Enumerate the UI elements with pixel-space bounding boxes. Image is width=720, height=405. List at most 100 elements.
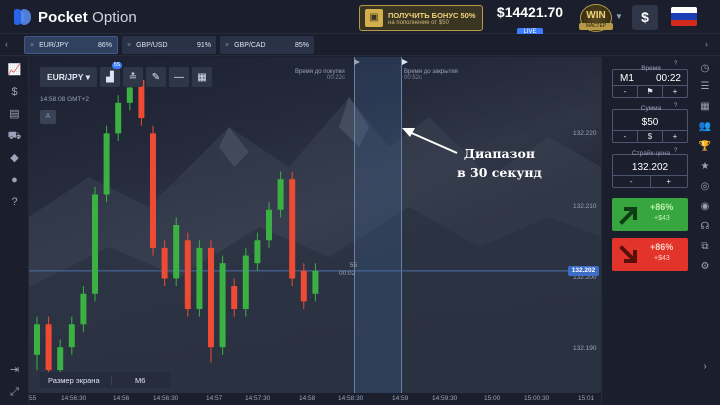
logo[interactable]: Pocket Option <box>14 7 137 27</box>
close-icon[interactable]: × <box>225 42 229 49</box>
help-icon[interactable]: ? <box>674 103 677 109</box>
star-icon[interactable]: ★ <box>698 161 712 172</box>
candle-body <box>115 102 122 134</box>
help-icon[interactable]: ? <box>674 148 677 154</box>
amount-field[interactable]: Сумма $50 - $ + <box>612 105 688 143</box>
candle <box>277 171 284 218</box>
asset-tab[interactable]: × GBP/USD 91% <box>122 36 216 54</box>
amount-increase-button[interactable]: + <box>662 131 687 142</box>
screen-size-selector[interactable]: Размер экрана M6 <box>40 372 170 388</box>
candle <box>161 240 168 287</box>
copy-icon[interactable]: ⧉ <box>698 241 712 252</box>
timeframe-button[interactable]: ▟ 5S <box>100 62 122 87</box>
candle <box>266 202 272 248</box>
dollar-icon: $ <box>641 9 649 25</box>
indicator-toggle[interactable]: A <box>40 110 56 124</box>
amount-decrease-button[interactable]: - <box>613 131 637 142</box>
purchase-deadline-label: Время до покупки 00:22с <box>295 69 346 81</box>
sliders-icon: ≛ <box>128 71 138 83</box>
brush-icon: ✎ <box>151 71 161 83</box>
candle <box>231 278 238 317</box>
strike-price-field[interactable]: Страйк-цена 132.202 - + <box>612 150 688 188</box>
candlestick-plot <box>29 59 569 378</box>
asset-tab-payout: 85% <box>294 41 309 49</box>
down-profit: +$43 <box>654 255 670 262</box>
candle-body <box>173 225 180 279</box>
strike-price-value: 132.202 <box>631 162 669 173</box>
chevron-right-icon[interactable]: › <box>705 39 708 49</box>
time-increase-button[interactable]: + <box>662 86 687 97</box>
x-tick-label: 14:59 <box>392 395 409 402</box>
currency-toggle[interactable]: $ <box>637 131 662 142</box>
candle <box>150 125 156 256</box>
asset-tab-pair: GBP/CAD <box>234 41 266 49</box>
candle-body <box>277 179 284 210</box>
briefcase-icon[interactable]: ▤ <box>0 105 29 123</box>
strike-increase-button[interactable]: + <box>649 176 688 187</box>
draw-button[interactable]: ✎ <box>146 67 166 87</box>
sidebar: 📈 $ ▤ ⛟ ◆ ● ? ⇥ ⤢ <box>0 57 29 405</box>
help-icon[interactable]: ? <box>674 61 677 67</box>
expiry-label: Время до закрытия 00:52с <box>404 69 458 81</box>
buy-up-button[interactable]: +86% +$43 <box>612 198 688 231</box>
y-tick-label: 132.220 <box>573 130 597 137</box>
bonus-button[interactable]: ▣ ПОЛУЧИТЬ БОНУС 50% на пополнение от $5… <box>359 5 483 31</box>
expiry-time-field[interactable]: Время M1 00:22 - ⚑ + <box>612 65 688 98</box>
candle <box>219 255 226 355</box>
x-tick-label: 14:58 <box>299 395 316 402</box>
candle <box>92 186 98 302</box>
chevron-right-icon[interactable]: › <box>698 361 712 372</box>
price-chart[interactable]: EUR/JPY ▾ ▟ 5S ≛ ✎ — ▦ 14:58:08 GMT+2 A В… <box>29 57 601 393</box>
chat-icon[interactable]: ● <box>0 171 29 189</box>
asset-tab[interactable]: × GBP/CAD 85% <box>220 36 314 54</box>
close-icon[interactable]: × <box>30 42 34 49</box>
line-button[interactable]: — <box>169 67 189 87</box>
candle-body <box>68 324 75 348</box>
grid-icon: ▦ <box>197 71 207 83</box>
grid-icon[interactable]: ▦ <box>698 101 712 112</box>
trophy-icon[interactable]: 🏆 <box>698 141 712 152</box>
asset-tab[interactable]: × EUR/JPY 86% <box>24 36 118 54</box>
dollar-icon[interactable]: $ <box>0 83 29 101</box>
candle <box>184 232 191 317</box>
candle <box>34 316 40 371</box>
cart-icon[interactable]: ⛟ <box>0 127 29 145</box>
strike-decrease-button[interactable]: - <box>613 176 650 187</box>
expand-icon[interactable]: ⤢ <box>0 383 29 401</box>
deposit-button[interactable]: $ <box>632 5 658 30</box>
candle <box>173 217 180 287</box>
users-icon[interactable]: 👥 <box>698 121 712 132</box>
headset-icon[interactable]: ☊ <box>698 221 712 232</box>
sell-down-button[interactable]: +86% +$43 <box>612 238 688 271</box>
diamond-icon[interactable]: ◆ <box>0 149 29 167</box>
chevron-left-icon[interactable]: ‹ <box>5 39 8 49</box>
candle <box>45 316 52 378</box>
flag-icon[interactable]: ⚑ <box>637 86 662 97</box>
close-icon[interactable]: × <box>127 42 131 49</box>
candle <box>68 316 75 355</box>
language-flag[interactable] <box>671 7 697 26</box>
candle <box>289 171 296 287</box>
logout-icon[interactable]: ⇥ <box>0 361 29 379</box>
settings-icon[interactable]: ⚙ <box>698 261 712 272</box>
x-tick-label: 15:00:30 <box>524 395 550 402</box>
x-tick-label: 55 <box>29 395 37 402</box>
candle-body <box>80 293 87 325</box>
help-icon[interactable]: ? <box>0 193 29 211</box>
history-icon[interactable]: ◷ <box>698 63 712 74</box>
candle <box>312 263 319 302</box>
bell-icon[interactable]: ◉ <box>698 201 712 212</box>
screen-size-value: M6 <box>135 375 146 385</box>
indicators-button[interactable]: ≛ <box>123 67 143 87</box>
time-decrease-button[interactable]: - <box>613 86 637 97</box>
current-price-tag: 132.202 <box>568 266 599 276</box>
chevron-down-icon[interactable]: ▼ <box>615 12 623 21</box>
candle-body <box>208 247 214 348</box>
signal-icon[interactable]: ◎ <box>698 181 712 192</box>
chart-icon[interactable]: 📈 <box>0 61 29 79</box>
balance[interactable]: $14421.70 LIVE <box>490 5 570 36</box>
menu-icon[interactable]: ☰ <box>698 81 712 92</box>
pair-selector[interactable]: EUR/JPY ▾ <box>40 67 97 87</box>
layout-button[interactable]: ▦ <box>192 67 212 87</box>
status-badge[interactable]: WIN МАСТЕР <box>579 4 613 32</box>
